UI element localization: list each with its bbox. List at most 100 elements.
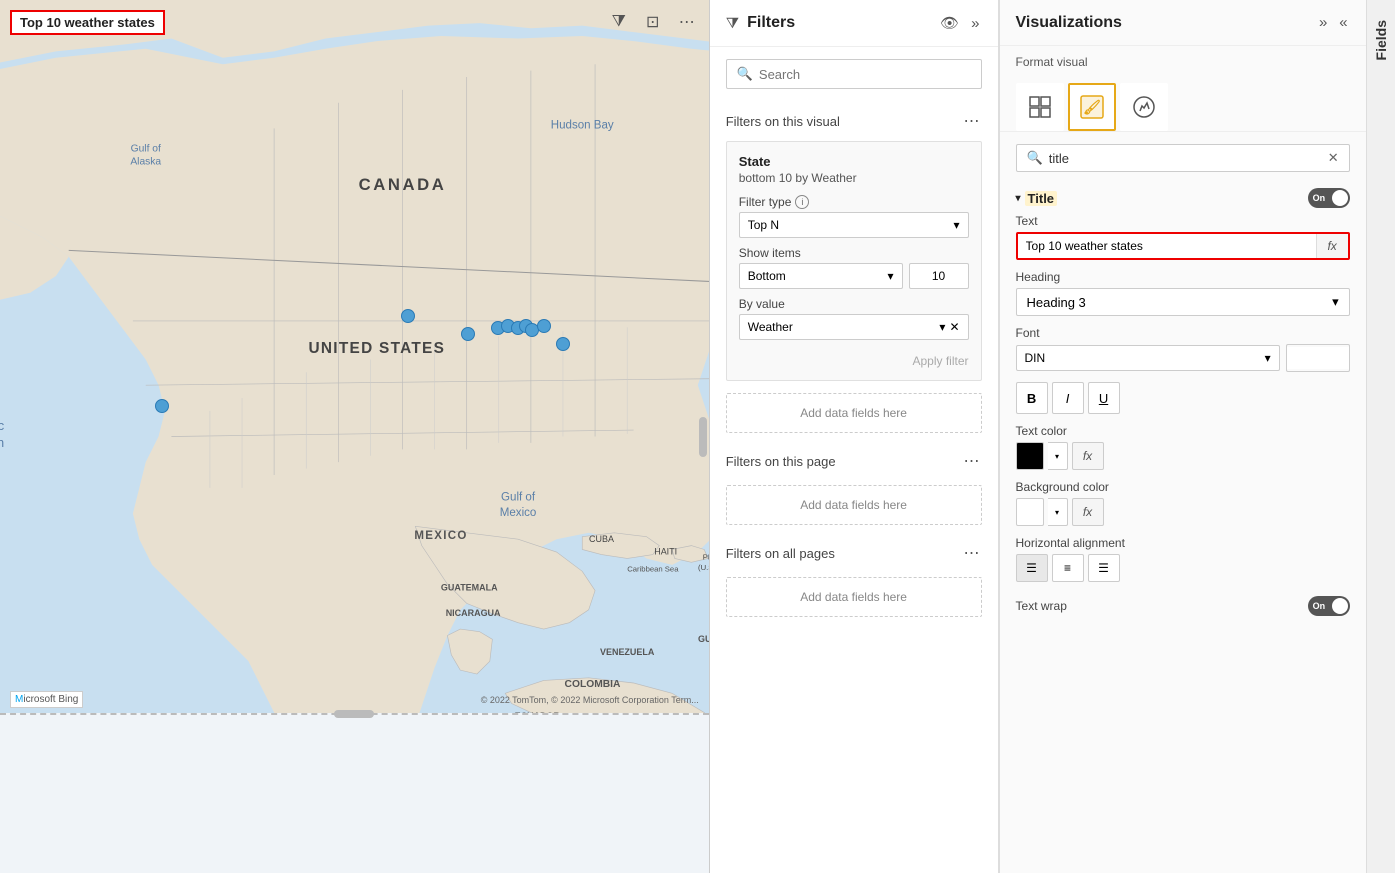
viz-section-title-text: ▾ Title: [1016, 191, 1058, 206]
text-prop-label: Text: [1016, 214, 1350, 228]
text-color-fx-btn[interactable]: fx: [1072, 442, 1104, 470]
by-value-select[interactable]: Weather ▾ ✕: [739, 314, 969, 340]
apply-filter-btn[interactable]: Apply filter: [739, 348, 969, 368]
focus-toolbar-btn[interactable]: ⊡: [639, 8, 667, 36]
filters-header: ⧩ Filters 👁 »: [710, 0, 998, 47]
filters-page-more-btn[interactable]: ⋯: [962, 449, 982, 473]
heading-select[interactable]: Heading 3 ▾: [1016, 288, 1350, 316]
viz-tab-grid[interactable]: [1016, 83, 1064, 131]
viz-search-input[interactable]: [1049, 151, 1322, 166]
filters-all-text: Filters on all pages: [726, 546, 835, 561]
filter-type-select[interactable]: Top N ▾: [739, 212, 969, 238]
toggle-knob: [1332, 190, 1348, 206]
filter-type-row: Filter type i Top N ▾: [739, 195, 969, 238]
show-items-direction-select[interactable]: Bottom ▾: [739, 263, 903, 289]
italic-btn[interactable]: I: [1052, 382, 1084, 414]
title-toggle[interactable]: On: [1308, 188, 1350, 208]
map-bottom-area: [0, 713, 709, 873]
bg-color-fx-btn[interactable]: fx: [1072, 498, 1104, 526]
filters-on-page-label: Filters on this page ⋯: [710, 441, 998, 477]
font-value-text: DIN: [1025, 351, 1046, 365]
viz-tab-format[interactable]: 🖌: [1068, 83, 1116, 131]
viz-header-icons: » «: [1317, 12, 1350, 33]
by-value-clear-icon[interactable]: ✕: [949, 320, 959, 334]
svg-text:Gulf of: Gulf of: [501, 492, 536, 504]
filter-funnel-icon: ⧩: [726, 15, 739, 32]
filters-search-input[interactable]: [759, 67, 971, 82]
bing-logo: Microsoft Bing: [10, 691, 83, 708]
map-title-bar: Top 10 weather states: [10, 10, 165, 35]
viz-title-section-header[interactable]: ▾ Title On: [1016, 182, 1350, 214]
add-data-all-btn[interactable]: Add data fields here: [726, 577, 982, 617]
text-format-prop-row: B I U: [1016, 382, 1350, 414]
filters-expand-btn[interactable]: »: [969, 13, 981, 34]
svg-text:COLOMBIA: COLOMBIA: [565, 679, 621, 690]
map-dot-hawaii: [155, 399, 169, 413]
svg-text:Caribbean Sea: Caribbean Sea: [627, 564, 679, 573]
filters-visual-more-btn[interactable]: ⋯: [962, 109, 982, 133]
filters-all-more-btn[interactable]: ⋯: [962, 541, 982, 565]
map-dot-2: [461, 327, 475, 341]
show-items-count-input[interactable]: [909, 263, 969, 289]
text-color-arrow[interactable]: ▾: [1048, 442, 1068, 470]
add-data-visual-btn[interactable]: Add data fields here: [726, 393, 982, 433]
map-title-badge: Top 10 weather states: [10, 10, 165, 35]
bold-btn[interactable]: B: [1016, 382, 1048, 414]
filter-type-value: Top N: [748, 218, 779, 232]
viz-collapse-btn[interactable]: «: [1337, 12, 1349, 33]
font-prop-label: Font: [1016, 326, 1350, 340]
svg-text:Gulf of: Gulf of: [131, 143, 161, 154]
resize-handle-bottom[interactable]: [334, 710, 374, 718]
svg-text:NICARAGUA: NICARAGUA: [446, 608, 501, 618]
filters-on-all-label: Filters on all pages ⋯: [710, 533, 998, 569]
filter-toolbar-btn[interactable]: ⧩: [605, 8, 633, 36]
svg-text:MEXICO: MEXICO: [414, 530, 467, 542]
text-color-swatch[interactable]: [1016, 442, 1044, 470]
text-color-row: ▾ fx: [1016, 442, 1350, 470]
title-text-input[interactable]: [1018, 234, 1316, 258]
more-options-btn[interactable]: ⋯: [673, 8, 701, 36]
text-input-row: fx: [1016, 232, 1350, 260]
bg-color-swatch[interactable]: [1016, 498, 1044, 526]
font-chevron: ▾: [1265, 351, 1271, 365]
title-fx-btn[interactable]: fx: [1316, 234, 1348, 258]
viz-search-clear-btn[interactable]: ✕: [1328, 150, 1339, 166]
svg-text:Hudson Bay: Hudson Bay: [551, 119, 614, 131]
h-align-label: Horizontal alignment: [1016, 536, 1350, 550]
bg-color-label: Background color: [1016, 480, 1350, 494]
align-left-btn[interactable]: ☰: [1016, 554, 1048, 582]
map-toolbar: ⧩ ⊡ ⋯: [605, 8, 701, 36]
by-value-label: By value: [739, 297, 969, 311]
resize-handle-right[interactable]: [699, 417, 707, 457]
text-format-row: B I U: [1016, 382, 1350, 414]
map-panel: ⧩ ⊡ ⋯ Top 10 weather states: [0, 0, 710, 873]
font-family-select[interactable]: DIN ▾: [1016, 345, 1280, 371]
viz-section-chevron-down: ▾: [1016, 193, 1021, 204]
filters-header-icons: 👁 »: [938, 12, 981, 34]
align-right-btn[interactable]: ☰: [1088, 554, 1120, 582]
underline-btn[interactable]: U: [1088, 382, 1120, 414]
viz-tab-analytics[interactable]: [1120, 83, 1168, 131]
copyright-text: © 2022 TomTom, © 2022 Microsoft Corporat…: [481, 695, 699, 705]
text-wrap-toggle[interactable]: On: [1308, 596, 1350, 616]
filter-type-label: Filter type i: [739, 195, 969, 209]
map-title-text: Top 10 weather states: [20, 15, 155, 30]
visualizations-panel: Visualizations » « Format visual 🖌 🔍 ✕ ▾: [999, 0, 1366, 873]
filters-search-box: 🔍: [726, 59, 982, 89]
add-data-page-btn[interactable]: Add data fields here: [726, 485, 982, 525]
viz-expand-btn[interactable]: »: [1317, 12, 1329, 33]
svg-text:GUYANA: GUYANA: [698, 634, 709, 644]
bg-color-arrow[interactable]: ▾: [1048, 498, 1068, 526]
filters-eye-btn[interactable]: 👁: [938, 12, 961, 34]
align-center-btn[interactable]: ≡: [1052, 554, 1084, 582]
svg-text:GUATEMALA: GUATEMALA: [441, 583, 498, 593]
format-visual-label: Format visual: [1000, 46, 1366, 73]
by-value-field-text: Weather: [748, 320, 793, 334]
fields-vertical-label[interactable]: Fields: [1369, 12, 1393, 68]
font-size-input[interactable]: [1287, 347, 1350, 369]
svg-text:CANADA: CANADA: [359, 175, 447, 194]
filters-visual-text: Filters on this visual: [726, 114, 840, 129]
svg-text:Mexico: Mexico: [500, 507, 537, 519]
filters-search-icon: 🔍: [737, 66, 753, 82]
show-items-chevron: ▾: [887, 269, 893, 283]
